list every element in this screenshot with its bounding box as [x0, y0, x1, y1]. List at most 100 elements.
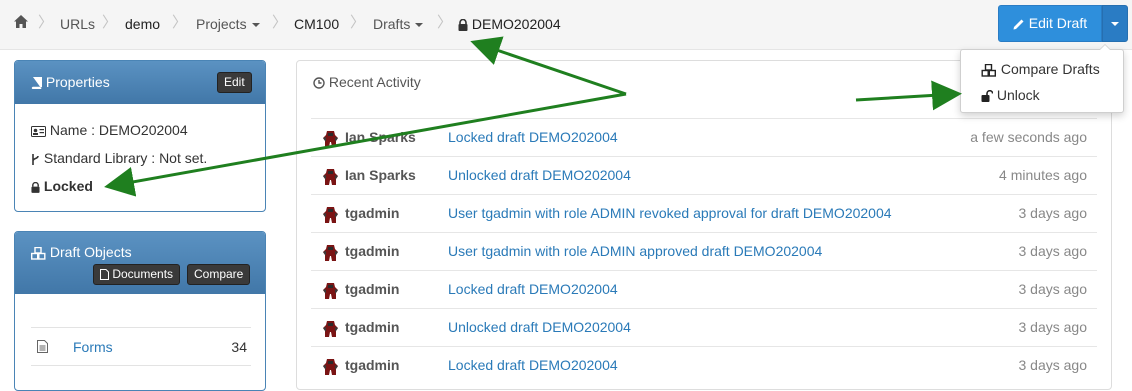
- activity-user: Ian Sparks: [345, 167, 416, 183]
- activity-row: tgadmin Locked draft DEMO202004 3 days ago: [311, 270, 1097, 308]
- breadcrumb-current: DEMO202004: [458, 15, 561, 33]
- activity-time: 4 minutes ago: [999, 167, 1087, 183]
- properties-title: Properties: [31, 74, 110, 90]
- lock-icon: [458, 19, 468, 32]
- menu-compare-drafts[interactable]: Compare Drafts: [961, 57, 1123, 81]
- property-status: Locked: [31, 178, 93, 194]
- activity-row: tgadmin Unlocked draft DEMO202004 3 days a…: [311, 308, 1097, 346]
- property-status-value: Locked: [43, 178, 93, 194]
- draft-objects-title: Draft Objects: [31, 244, 132, 260]
- activity-message-link[interactable]: User tgadmin with role ADMIN approved dr…: [448, 243, 822, 259]
- documents-button[interactable]: Documents: [93, 264, 181, 285]
- breadcrumb-separator: 〉: [172, 14, 188, 31]
- breadcrumb-cm100[interactable]: CM100: [294, 15, 339, 33]
- activity-time: 3 days ago: [1018, 357, 1088, 373]
- menu-unlock-label: Unlock: [996, 87, 1040, 103]
- breadcrumb-projects[interactable]: Projects: [196, 15, 260, 33]
- property-library-value: Standard Library : Not set.: [43, 150, 208, 166]
- cubes-icon: [31, 246, 46, 260]
- activity-user: tgadmin: [345, 243, 400, 259]
- properties-title-text: Properties: [45, 74, 110, 90]
- edit-draft-dropdown-toggle[interactable]: [1102, 5, 1128, 42]
- activity-user: tgadmin: [345, 205, 400, 221]
- activity-user: tgadmin: [345, 281, 400, 297]
- breadcrumb-demo[interactable]: demo: [125, 15, 160, 33]
- avatar-icon: [321, 357, 340, 376]
- draft-objects-panel: Draft Objects Documents Compare Forms 34: [14, 231, 266, 391]
- book-icon: [31, 77, 42, 90]
- breadcrumb-current-label: DEMO202004: [471, 16, 561, 32]
- properties-header: Properties Edit: [15, 61, 265, 104]
- breadcrumb-separator: 〉: [350, 14, 366, 31]
- compare-button[interactable]: Compare: [187, 264, 251, 285]
- id-card-icon: [31, 125, 46, 137]
- breadcrumb-projects-label: Projects: [196, 16, 247, 32]
- property-name: Name : DEMO202004: [31, 122, 188, 138]
- breadcrumb: 〉 URLs 〉 demo 〉 Projects 〉 CM100 〉 Draft…: [0, 0, 1132, 50]
- activity-row: tgadmin Locked draft DEMO202004 3 days ago: [311, 346, 1097, 384]
- clock-icon: [313, 77, 325, 89]
- activity-user: Ian Sparks: [345, 129, 416, 145]
- property-library: Standard Library : Not set.: [31, 150, 207, 166]
- edit-draft-label: Edit Draft: [1028, 15, 1088, 31]
- draft-objects-header: Draft Objects Documents Compare: [15, 232, 265, 294]
- menu-unlock[interactable]: Unlock: [961, 83, 1123, 107]
- activity-time: 3 days ago: [1018, 205, 1088, 221]
- activity-row: tgadmin User tgadmin with role ADMIN revo…: [311, 194, 1097, 232]
- lock-icon: [31, 181, 40, 193]
- documents-label: Documents: [112, 267, 174, 281]
- properties-panel: Properties Edit Name : DEMO202004 Standa…: [14, 60, 266, 212]
- branch-icon: [32, 153, 39, 165]
- property-name-value: Name : DEMO202004: [49, 122, 188, 138]
- draft-object-label[interactable]: Forms: [73, 339, 113, 355]
- activity-user: tgadmin: [345, 319, 400, 335]
- breadcrumb-separator: 〉: [437, 14, 453, 31]
- activity-time: 3 days ago: [1018, 319, 1088, 335]
- activity-row: Ian Sparks Unlocked draft DEMO202004 4 min…: [311, 156, 1097, 194]
- recent-activity-title: Recent Activity: [313, 74, 421, 90]
- menu-compare-drafts-label: Compare Drafts: [1000, 61, 1100, 77]
- chevron-down-icon: [415, 23, 424, 28]
- edit-draft-button[interactable]: Edit Draft: [998, 5, 1102, 42]
- draft-object-count: 34: [231, 339, 247, 355]
- avatar-icon: [321, 281, 340, 300]
- pencil-icon: [1013, 19, 1024, 30]
- draft-objects-divider: [31, 327, 251, 328]
- avatar-icon: [321, 243, 340, 262]
- cubes-icon: [981, 63, 997, 77]
- activity-message-link[interactable]: Locked draft DEMO202004: [448, 129, 618, 145]
- activity-row: tgadmin User tgadmin with role ADMIN appr…: [311, 232, 1097, 270]
- edit-draft-group: Edit Draft: [998, 5, 1128, 42]
- activity-time: 3 days ago: [1018, 243, 1088, 259]
- edit-draft-menu: Compare Drafts Unlock: [960, 44, 1124, 113]
- draft-objects-divider: [31, 365, 251, 366]
- properties-edit-button[interactable]: Edit: [217, 72, 252, 93]
- activity-message-link[interactable]: Unlocked draft DEMO202004: [448, 167, 631, 183]
- draft-objects-title-text: Draft Objects: [49, 244, 132, 260]
- document-icon: [37, 340, 48, 353]
- breadcrumb-urls[interactable]: URLs: [60, 15, 95, 33]
- avatar-icon: [321, 319, 340, 338]
- home-icon[interactable]: [14, 14, 28, 32]
- breadcrumb-separator: 〉: [272, 14, 288, 31]
- activity-message-link[interactable]: Locked draft DEMO202004: [448, 357, 618, 373]
- document-icon: [100, 269, 109, 281]
- breadcrumb-separator: 〉: [102, 14, 118, 31]
- activity-message-link[interactable]: User tgadmin with role ADMIN revoked app…: [448, 205, 892, 221]
- activity-time: 3 days ago: [1018, 281, 1088, 297]
- recent-activity-title-text: Recent Activity: [328, 74, 421, 90]
- breadcrumb-drafts-label: Drafts: [373, 16, 411, 32]
- breadcrumb-drafts[interactable]: Drafts: [373, 15, 424, 33]
- activity-row: Ian Sparks Locked draft DEMO202004 a few s…: [311, 118, 1097, 156]
- chevron-down-icon: [1111, 22, 1119, 26]
- avatar-icon: [321, 129, 340, 148]
- unlock-icon: [981, 90, 993, 103]
- activity-message-link[interactable]: Unlocked draft DEMO202004: [448, 319, 631, 335]
- draft-object-item-forms[interactable]: Forms 34: [31, 337, 251, 359]
- breadcrumb-separator: 〉: [38, 14, 54, 31]
- activity-message-link[interactable]: Locked draft DEMO202004: [448, 281, 618, 297]
- avatar-icon: [321, 205, 340, 224]
- avatar-icon: [321, 167, 340, 186]
- activity-time: a few seconds ago: [970, 129, 1087, 145]
- activity-user: tgadmin: [345, 357, 400, 373]
